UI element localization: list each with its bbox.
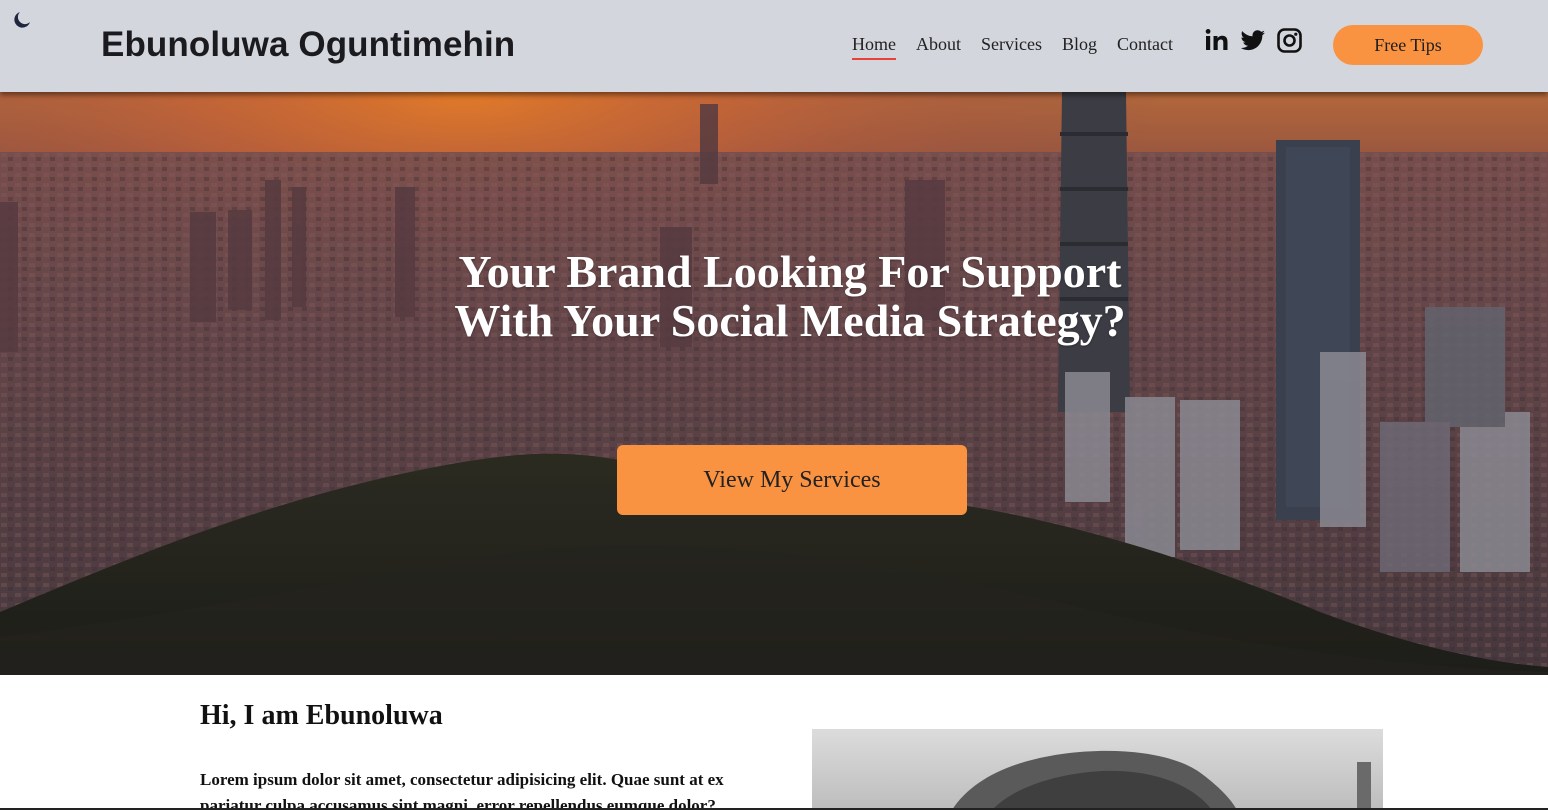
hero-section: Your Brand Looking For Support With Your… — [0, 92, 1548, 675]
about-heading: Hi, I am Ebunoluwa — [200, 700, 443, 731]
view-services-button[interactable]: View My Services — [617, 445, 967, 515]
instagram-icon[interactable] — [1277, 28, 1302, 56]
about-text: Lorem ipsum dolor sit amet, consectetur … — [200, 770, 724, 810]
brand-name[interactable]: Ebunoluwa Oguntimehin — [101, 24, 515, 66]
linkedin-icon[interactable] — [1205, 28, 1229, 56]
nav-services[interactable]: Services — [981, 33, 1042, 55]
twitter-icon[interactable] — [1240, 28, 1266, 56]
site-header: Ebunoluwa Oguntimehin Home About Service… — [0, 0, 1548, 92]
nav-home[interactable]: Home — [852, 33, 896, 60]
city-skyline-image — [0, 92, 1548, 675]
hero-title: Your Brand Looking For Support With Your… — [454, 246, 1126, 346]
nav-contact[interactable]: Contact — [1117, 33, 1173, 55]
moon-icon[interactable] — [12, 10, 32, 30]
nav-about[interactable]: About — [916, 33, 961, 55]
nav-blog[interactable]: Blog — [1062, 33, 1097, 55]
free-tips-button[interactable]: Free Tips — [1333, 25, 1483, 65]
profile-photo — [812, 729, 1383, 810]
